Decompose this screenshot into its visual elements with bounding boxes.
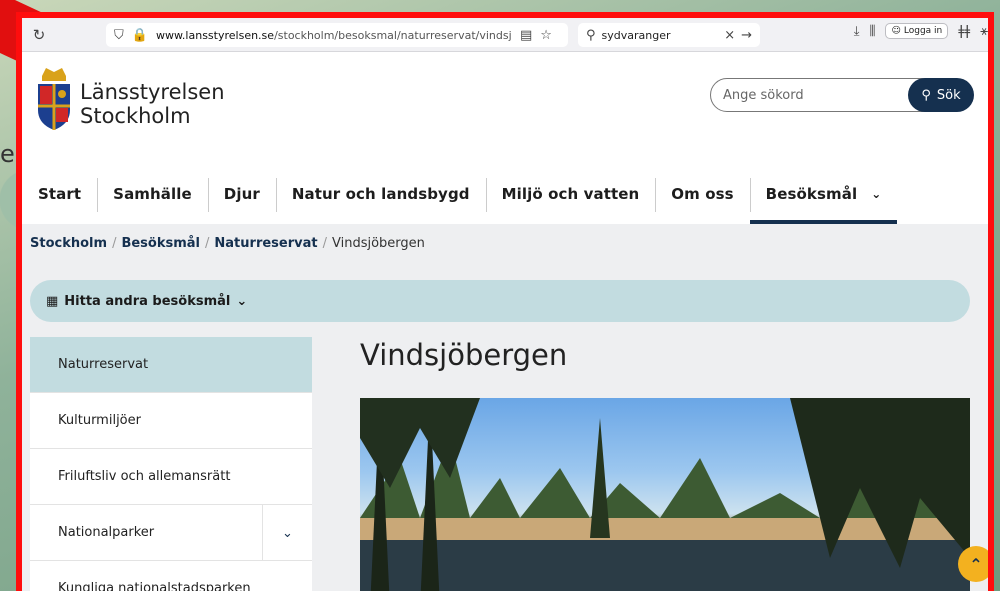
nav-item-besoksmal-label: Besöksmål — [765, 185, 858, 203]
reload-icon[interactable]: ↻ — [28, 26, 50, 44]
sidebar-item-label: Kulturmiljöer — [58, 413, 141, 428]
find-other-destinations-toggle[interactable]: ▦ Hitta andra besöksmål ⌄ — [30, 280, 970, 322]
address-bar[interactable]: ⛉ 🔒 www.lansstyrelsen.se/stockholm/besok… — [106, 23, 568, 47]
search-button[interactable]: ⚲ Sök — [908, 78, 974, 112]
account-icon: ☺ — [891, 26, 901, 36]
browser-search-bar[interactable]: ⚲ sydvaranger × → — [578, 23, 760, 47]
site-search: Ange sökord ⚲ Sök — [710, 78, 976, 114]
sidebar-item-label: Friluftsliv och allemansrätt — [58, 469, 231, 484]
map-icon: ▦ — [46, 293, 59, 309]
sidebar-item-kulturmiljoer[interactable]: Kulturmiljöer — [30, 393, 312, 449]
map-label: e — [0, 140, 15, 168]
hero-image — [360, 398, 970, 591]
nav-item-natur-och-landsbygd[interactable]: Natur och landsbygd — [275, 164, 486, 224]
search-query: sydvaranger — [601, 28, 671, 42]
scroll-to-top-button[interactable]: ⌃ — [958, 546, 988, 582]
clear-icon[interactable]: × — [724, 28, 735, 43]
url-path: /stockholm/besoksmal/naturreservat/vinds… — [274, 28, 512, 42]
sidebar-item-kungliga-nationalstadsparken[interactable]: Kungliga nationalstadsparken — [30, 561, 312, 591]
sidebar-item-label: Kungliga nationalstadsparken — [58, 581, 251, 591]
coat-of-arms-icon[interactable] — [34, 62, 74, 132]
brand-line-1: Länsstyrelsen — [80, 80, 225, 104]
login-label: Logga in — [903, 26, 943, 36]
sidebar-item-nationalparker[interactable]: Nationalparker ⌄ — [30, 505, 312, 561]
library-icon[interactable]: ⫼ — [870, 24, 876, 39]
lock-icon: 🔒 — [131, 27, 148, 43]
breadcrumb-link-besoksmal[interactable]: Besöksmål — [121, 236, 200, 251]
browser-window: ↻ ⛉ 🔒 www.lansstyrelsen.se/stockholm/bes… — [16, 12, 994, 591]
url-domain: www.lansstyrelsen.se — [155, 28, 275, 42]
nav-item-om-oss[interactable]: Om oss — [655, 164, 749, 224]
breadcrumb-link-naturreservat[interactable]: Naturreservat — [214, 236, 317, 251]
search-icon: ⚲ — [586, 27, 596, 43]
magnifier-icon: ⚲ — [921, 87, 931, 103]
login-button[interactable]: ☺ Logga in — [885, 23, 949, 39]
nav-item-miljo-och-vatten[interactable]: Miljö och vatten — [485, 164, 656, 224]
breadcrumb: Stockholm / Besöksmål / Naturreservat / Vindsj… — [30, 236, 425, 251]
chevron-up-icon: ⌃ — [969, 554, 983, 574]
main-navigation: Start Samhälle Djur Natur och landsbygd … — [22, 164, 988, 224]
shield-icon: ⛉ — [114, 27, 124, 43]
page-title: Vindsjöbergen — [360, 338, 568, 372]
find-other-label: Hitta andra besöksmål — [64, 293, 231, 309]
breadcrumb-link-stockholm[interactable]: Stockholm — [30, 236, 107, 251]
brand-name[interactable]: Länsstyrelsen Stockholm — [80, 80, 225, 128]
reader-view-icon[interactable]: ▤ — [520, 28, 532, 43]
nav-item-djur[interactable]: Djur — [207, 164, 276, 224]
breadcrumb-separator: / — [322, 236, 327, 251]
breadcrumb-separator: / — [205, 236, 210, 251]
sidebar-item-label: Naturreservat — [58, 357, 149, 372]
breadcrumb-separator: / — [112, 236, 117, 251]
puzzle-icon[interactable]: ⚹ — [980, 24, 988, 39]
brand-line-2: Stockholm — [80, 104, 191, 128]
nav-item-samhalle[interactable]: Samhälle — [97, 164, 208, 224]
arrow-right-icon[interactable]: → — [741, 28, 752, 43]
download-icon[interactable]: ⤓ — [854, 24, 860, 39]
sidebar-menu: Naturreservat Kulturmiljöer Friluftsliv … — [30, 337, 312, 591]
site-header: Länsstyrelsen Stockholm Ange sökord ⚲ Sö… — [22, 52, 988, 164]
url-text: www.lansstyrelsen.se/stockholm/besoksmal… — [156, 29, 512, 42]
extensions-icon[interactable]: ǂǂ — [958, 24, 970, 39]
chevron-down-icon[interactable]: ⌄ — [871, 187, 881, 201]
sidebar-item-friluftsliv[interactable]: Friluftsliv och allemansrätt — [30, 449, 312, 505]
nav-item-besoksmal[interactable]: Besöksmål ⌄ — [749, 164, 898, 224]
sidebar-item-naturreservat[interactable]: Naturreservat — [30, 337, 312, 393]
nav-item-start[interactable]: Start — [22, 164, 97, 224]
search-button-label: Sök — [936, 87, 961, 103]
browser-toolbar: ↻ ⛉ 🔒 www.lansstyrelsen.se/stockholm/bes… — [22, 18, 988, 52]
sidebar-item-label: Nationalparker — [58, 525, 155, 540]
toolbar-actions: ⤓ ⫼ ☺ Logga in ǂǂ ⚹ — [854, 23, 988, 39]
breadcrumb-current: Vindsjöbergen — [331, 236, 425, 251]
forest-lake-illustration — [360, 398, 970, 591]
chevron-down-icon[interactable]: ⌄ — [262, 505, 312, 561]
bookmark-star-icon[interactable]: ☆ — [540, 28, 552, 43]
chevron-down-icon: ⌄ — [236, 293, 248, 309]
